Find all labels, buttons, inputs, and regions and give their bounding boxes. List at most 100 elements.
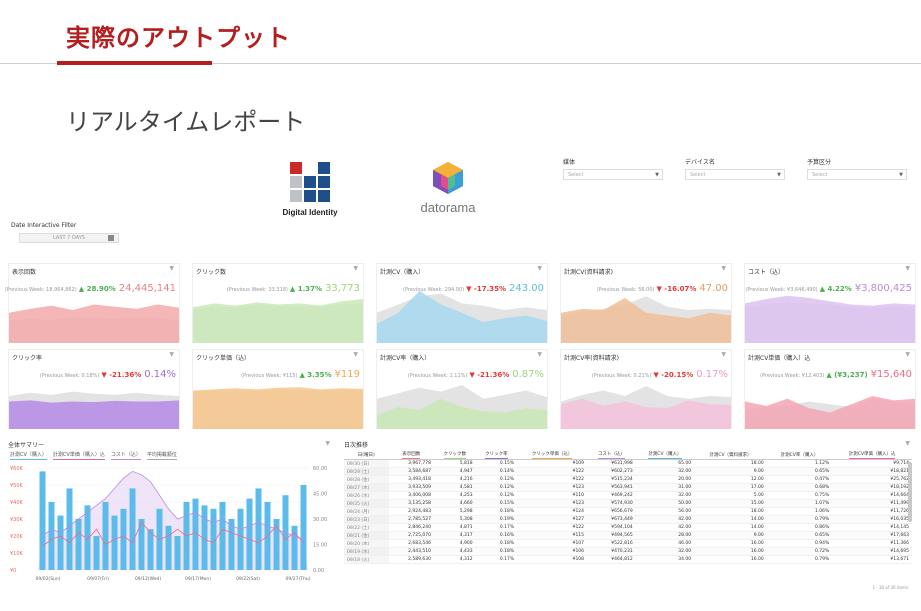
kpi-card: 計測CV単価（購入）込 ▼ (Previous Week: ¥12,403) ▲ (¥…: [744, 349, 916, 429]
table-row[interactable]: 09/26 (水) 3,406,008 4,253 0.12% ¥110 ¥469,242…: [344, 491, 912, 500]
widget-menu-icon[interactable]: ▼: [169, 265, 174, 272]
kpi-title: クリック率: [12, 355, 43, 362]
table-row[interactable]: 09/21 (金) 2,725,070 4,317 0.16% ¥115 ¥494,565…: [344, 531, 912, 540]
kpi-title: 計測CV率（購入）: [380, 355, 431, 362]
table-row[interactable]: 09/28 (金) 3,493,418 4,216 0.12% ¥122 ¥515,234…: [344, 475, 912, 484]
table-cell: 14.00: [694, 515, 767, 524]
filter-budget-select[interactable]: Select ▼: [807, 169, 907, 180]
table-cell: 32.00: [635, 467, 695, 476]
table-row[interactable]: 09/25 (火) 3,135,258 4,660 0.15% ¥123 ¥574,930…: [344, 499, 912, 508]
table-cell: 09/20 (木): [344, 539, 389, 548]
widget-menu-icon[interactable]: ▼: [353, 265, 358, 272]
summary-chart-widget: 全体サマリー ▼ 計測CV（購入） 計測CV単価（購入）込 コスト（込） 平均掲載順位…: [8, 440, 332, 590]
table-cell: 16.00: [694, 555, 767, 564]
table-cell: 3,493,418: [388, 475, 434, 484]
legend-item[interactable]: 計測CV単価（購入）込: [52, 452, 105, 460]
column-header[interactable]: 計測CV単価（購入）込: [832, 451, 912, 460]
logo-square: [290, 176, 302, 188]
table-row[interactable]: 09/27 (木) 3,933,509 4,581 0.12% ¥123 ¥563,941…: [344, 483, 912, 492]
table-row[interactable]: 09/23 (日) 2,785,527 5,308 0.19% ¥127 ¥673,449…: [344, 515, 912, 524]
y2-tick-label: 15.00: [313, 543, 327, 549]
column-header[interactable]: 日(曜日): [344, 451, 389, 460]
table-cell: 0.15%: [475, 459, 518, 468]
widget-menu-icon[interactable]: ▼: [721, 265, 726, 272]
table-cell: ¥115: [517, 531, 588, 540]
table-header-row: 日(曜日) 表示回数 クリック数 クリック率 クリック単価（込） コスト（込） 計測CV（購…: [344, 451, 912, 460]
column-header-label: クリック数: [443, 452, 467, 459]
column-header[interactable]: クリック率: [475, 451, 518, 460]
kpi-title: 計測CV単価（購入）込: [748, 355, 811, 362]
table-row[interactable]: 09/30 (日) 3,967,778 5,818 0.15% ¥109 ¥631,998…: [344, 459, 912, 468]
table-cell: 4,900: [433, 539, 476, 548]
table-row[interactable]: 09/24 (月) 2,924,483 5,298 0.18% ¥124 ¥656,679…: [344, 507, 912, 516]
bar-cv-purchase: [111, 515, 118, 570]
bar-cv-purchase: [129, 488, 136, 570]
table-cell: 0.65%: [766, 531, 833, 540]
widget-menu-icon[interactable]: ▼: [905, 265, 910, 272]
table-row[interactable]: 09/18 (火) 2,589,630 4,312 0.17% ¥108 ¥464,812…: [344, 555, 912, 564]
table-cell: 3,967,778: [388, 459, 434, 468]
table-cell: 4,947: [433, 467, 476, 476]
table-row[interactable]: 09/19 (水) 2,443,510 4,433 0.18% ¥106 ¥470,231…: [344, 547, 912, 556]
table-cell: 09/19 (水): [344, 547, 389, 556]
table-cell: ¥656,679: [587, 507, 636, 516]
widget-menu-icon[interactable]: ▼: [721, 351, 726, 358]
table-cell: 1.06%: [766, 507, 833, 516]
current-week-area: [193, 299, 363, 343]
table-cell: 15.00: [694, 499, 767, 508]
table-row[interactable]: 09/29 (土) 3,584,687 4,947 0.14% ¥122 ¥602,273…: [344, 467, 912, 476]
column-header-label: コスト（込）: [597, 452, 625, 459]
table-cell: 0.75%: [766, 491, 833, 500]
current-week-area: [9, 304, 179, 343]
table-row[interactable]: 09/20 (木) 2,683,546 4,900 0.18% ¥107 ¥522,816…: [344, 539, 912, 548]
kpi-title: クリック数: [196, 269, 227, 276]
widget-menu-icon[interactable]: ▼: [905, 351, 910, 358]
page-title: 実際のアウトプット: [66, 24, 291, 52]
current-week-area: [745, 295, 915, 343]
widget-menu-icon[interactable]: ▼: [905, 440, 910, 447]
legend-item[interactable]: 計測CV（購入）: [10, 452, 47, 460]
filter-device-select[interactable]: Select ▼: [685, 169, 785, 180]
filter-media-select[interactable]: Select ▼: [563, 169, 663, 180]
legend-item[interactable]: 平均掲載順位: [146, 452, 177, 460]
table-cell: ¥11,726: [832, 507, 912, 516]
kpi-sparkline: [9, 304, 179, 343]
table-cell: 0.79%: [766, 515, 833, 524]
column-header[interactable]: クリック数: [433, 451, 476, 460]
widget-menu-icon[interactable]: ▼: [325, 440, 330, 447]
table-cell: 65.00: [635, 459, 695, 468]
bar-cv-purchase: [165, 525, 172, 570]
widget-menu-icon[interactable]: ▼: [537, 351, 542, 358]
table-cell: 3,135,258: [388, 499, 434, 508]
table-scrollbar[interactable]: [908, 462, 912, 522]
table-cell: ¥13,671: [832, 555, 912, 564]
column-header[interactable]: コスト（込）: [587, 451, 636, 460]
legend-item[interactable]: コスト（込）: [110, 452, 141, 460]
logo-square: [318, 176, 330, 188]
kpi-sparkline: [9, 391, 179, 429]
filter-media-placeholder: Select: [568, 172, 584, 178]
table-cell: 18.00: [694, 507, 767, 516]
table-cell: ¥109: [517, 459, 588, 468]
widget-menu-icon[interactable]: ▼: [353, 351, 358, 358]
column-header[interactable]: 表示回数: [388, 451, 434, 460]
table-cell: 0.65%: [766, 467, 833, 476]
table-cell: 4,317: [433, 531, 476, 540]
table-cell: 4,253: [433, 491, 476, 500]
widget-menu-icon[interactable]: ▼: [537, 265, 542, 272]
report-page: 実際のアウトプット リアルタイムレポート Digital Identity da…: [0, 0, 921, 611]
logo-square: [304, 162, 316, 174]
table-row[interactable]: 09/22 (土) 2,846,240 4,871 0.17% ¥122 ¥594,104…: [344, 523, 912, 532]
bar-cv-purchase: [147, 529, 154, 570]
summary-title: 全体サマリー: [8, 442, 45, 449]
table-cell: 09/21 (金): [344, 531, 389, 540]
date-filter-input[interactable]: LAST 7 DAYS: [19, 233, 119, 243]
column-header[interactable]: 計測CV（購入）: [635, 451, 695, 460]
table-cell: 09/30 (日): [344, 459, 389, 468]
table-cell: 28.00: [635, 531, 695, 540]
column-header[interactable]: 計測CV（資料請求）: [694, 451, 767, 460]
widget-menu-icon[interactable]: ▼: [169, 351, 174, 358]
column-header[interactable]: クリック単価（込）: [517, 451, 588, 460]
calendar-icon: [108, 235, 114, 241]
column-header[interactable]: 計測CV率（購入）: [766, 451, 833, 460]
